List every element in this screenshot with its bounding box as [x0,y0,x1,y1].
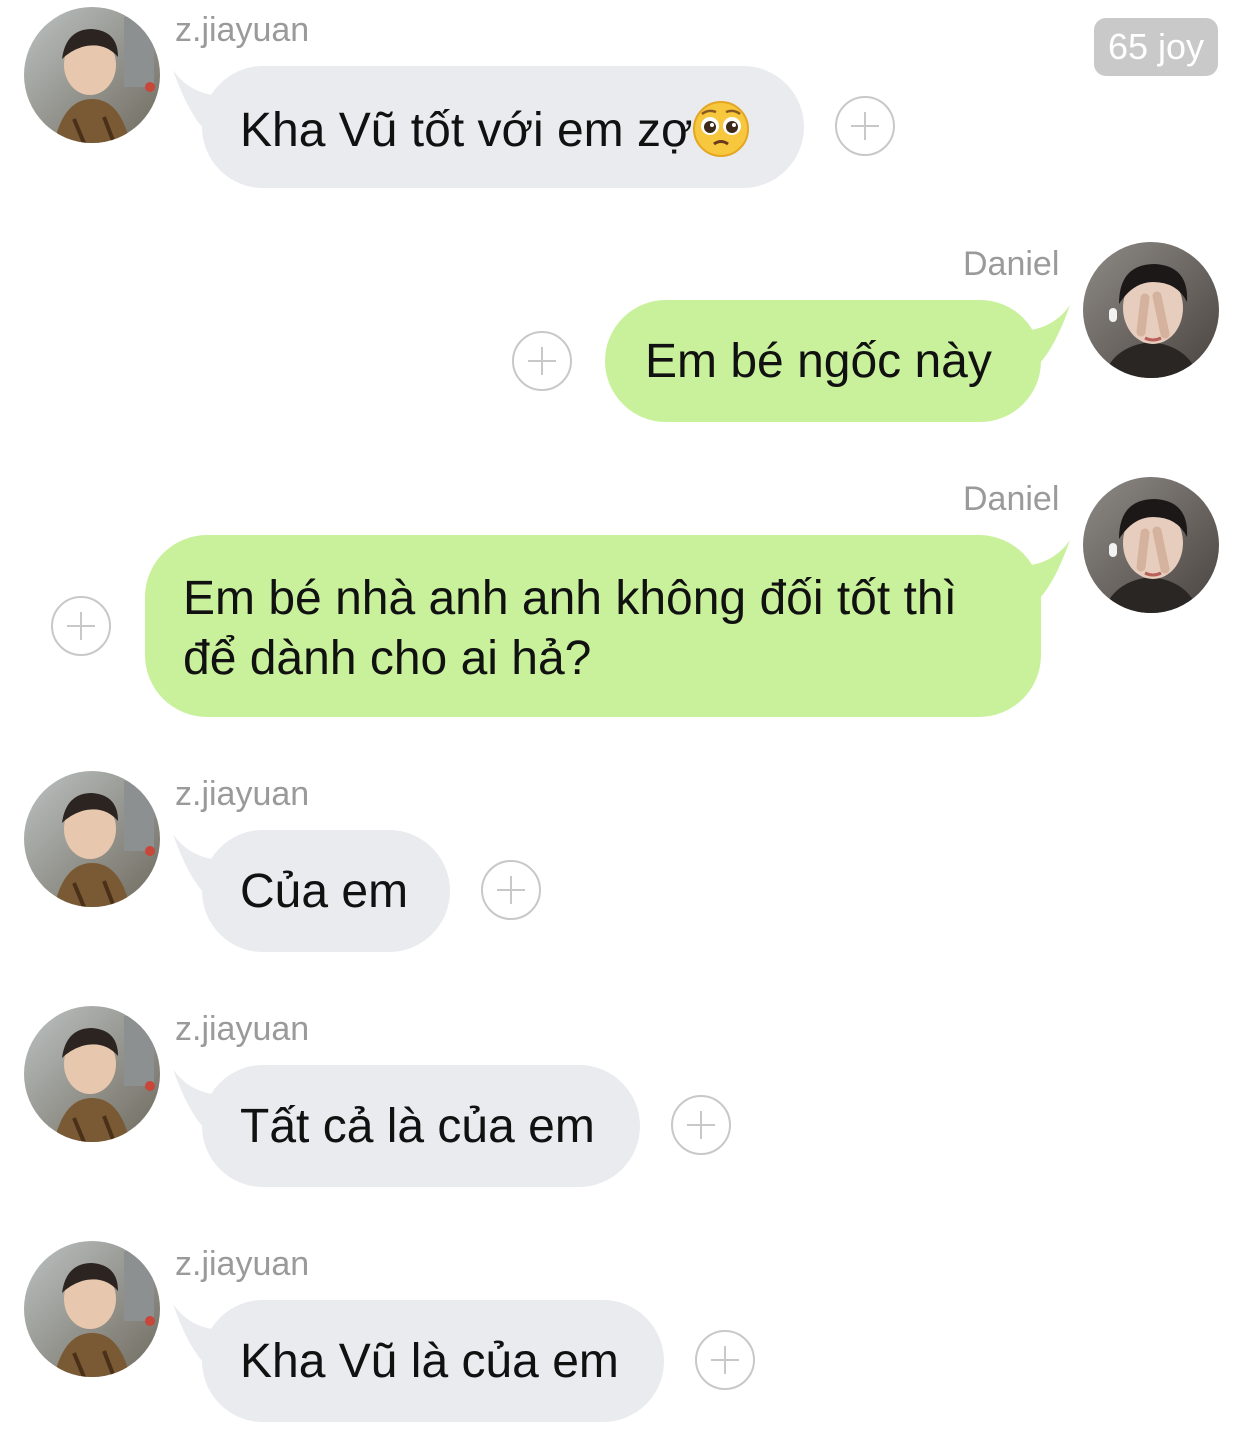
message-bubble[interactable]: Kha Vũ tốt với em zợ [202,66,804,188]
add-reaction-button[interactable] [835,96,895,156]
message-text: Tất cả là của em [240,1100,595,1153]
avatar[interactable] [1083,242,1219,378]
sender-name: Daniel [963,245,1060,283]
add-reaction-button[interactable] [51,596,111,656]
avatar[interactable] [24,771,160,907]
message-bubble[interactable]: Em bé ngốc này [605,300,1041,422]
avatar[interactable] [24,1241,160,1377]
message-text: Kha Vũ tốt với em zợ [240,104,693,157]
sender-name: z.jiayuan [175,1245,310,1283]
add-reaction-button[interactable] [671,1095,731,1155]
message-text-line: để dành cho ai hả? [183,632,592,685]
sender-name: Daniel [963,480,1060,518]
message-text-line: Em bé nhà anh anh không đối tốt thì [183,572,957,625]
add-reaction-button[interactable] [695,1330,755,1390]
message-bubble[interactable]: Kha Vũ là của em [202,1300,664,1422]
message-bubble[interactable]: Em bé nhà anh anh không đối tốt thì để d… [145,535,1041,717]
avatar[interactable] [24,1006,160,1142]
add-reaction-button[interactable] [481,860,541,920]
message-text: Của em [240,865,409,918]
message-text: Kha Vũ là của em [240,1335,619,1388]
sender-name: z.jiayuan [175,1010,310,1048]
sender-name: z.jiayuan [175,775,310,813]
message-bubble[interactable]: Của em [202,830,450,952]
avatar[interactable] [24,7,160,143]
sender-name: z.jiayuan [175,11,310,49]
pleading-face-emoji-icon [693,101,750,157]
message-bubble[interactable]: Tất cả là của em [202,1065,640,1187]
avatar[interactable] [1083,477,1219,613]
joy-count-badge: 65 joy [1094,18,1218,76]
message-text: Em bé ngốc này [645,335,992,388]
add-reaction-button[interactable] [512,331,572,391]
